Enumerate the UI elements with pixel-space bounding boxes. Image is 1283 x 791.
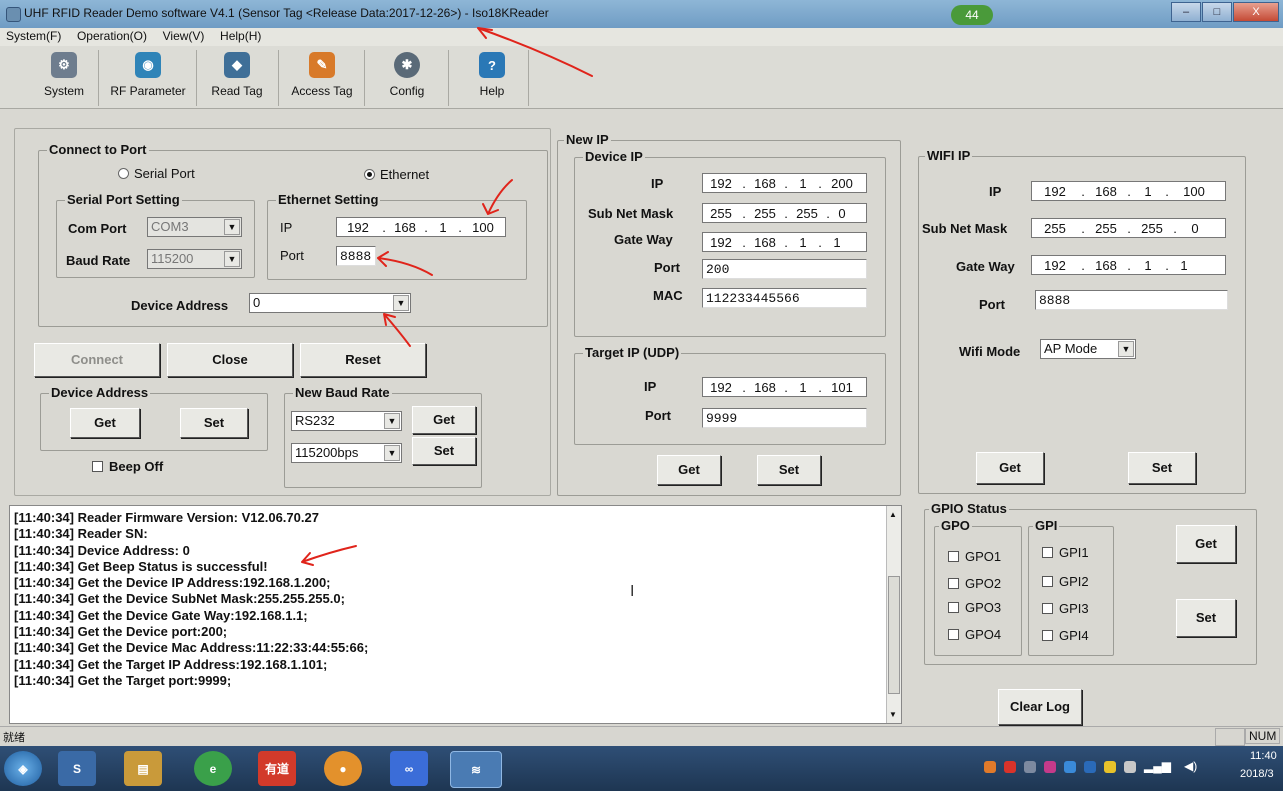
- annotation-arrows: [301, 27, 593, 566]
